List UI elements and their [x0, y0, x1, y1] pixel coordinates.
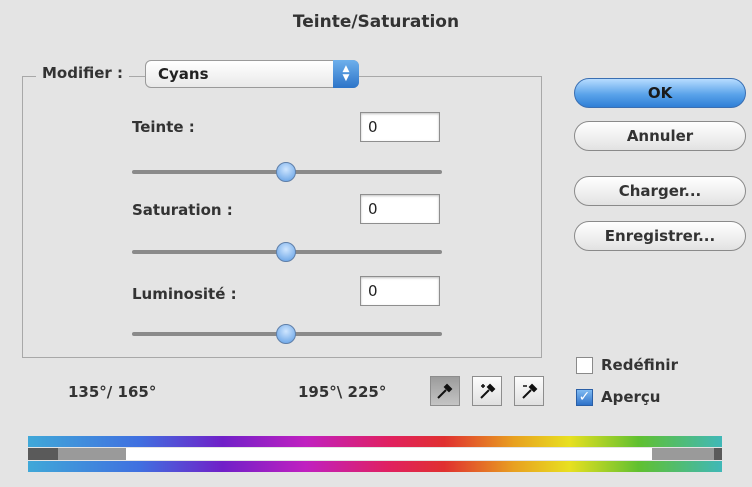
saturation-field[interactable]: 0: [360, 194, 440, 224]
ok-button[interactable]: OK: [574, 78, 746, 108]
eyedropper-icon[interactable]: [430, 376, 460, 406]
lightness-field[interactable]: 0: [360, 276, 440, 306]
save-button[interactable]: Enregistrer...: [574, 221, 746, 251]
eyedropper-plus-glyph: [480, 383, 496, 399]
range-left-readout: 135°/ 165°: [68, 383, 157, 401]
lightness-label: Luminosité :: [132, 285, 237, 303]
hue-slider-thumb[interactable]: [276, 162, 296, 182]
eyedropper-minus-glyph: [522, 383, 538, 399]
preview-option[interactable]: ✓ Aperçu: [576, 388, 661, 406]
saturation-slider-thumb[interactable]: [276, 242, 296, 262]
color-range-selection[interactable]: [126, 448, 652, 460]
range-right-readout: 195°\ 225°: [298, 383, 387, 401]
hue-label: Teinte :: [132, 118, 195, 136]
colorize-checkbox[interactable]: [576, 356, 593, 374]
select-arrows-icon: ▲ ▼: [333, 60, 359, 88]
saturation-label: Saturation :: [132, 201, 233, 219]
lightness-slider-thumb[interactable]: [276, 324, 296, 344]
color-range-bar[interactable]: [28, 448, 722, 460]
modifier-select[interactable]: Cyans ▲ ▼: [145, 60, 359, 88]
adjustment-group: [22, 76, 542, 358]
modifier-label: Modifier :: [36, 64, 130, 82]
eyedropper-minus-icon[interactable]: [514, 376, 544, 406]
eyedropper-glyph: [437, 383, 453, 399]
colorize-label: Redéfinir: [601, 356, 678, 374]
cancel-button[interactable]: Annuler: [574, 121, 746, 151]
colorize-option[interactable]: Redéfinir: [576, 356, 678, 374]
dialog-title: Teinte/Saturation: [292, 12, 460, 32]
result-spectrum-bar: [28, 461, 722, 472]
modifier-value: Cyans: [158, 65, 209, 83]
source-spectrum-bar: [28, 436, 722, 447]
preview-checkbox[interactable]: ✓: [576, 388, 593, 406]
range-right-handle[interactable]: [652, 448, 714, 460]
preview-label: Aperçu: [601, 388, 661, 406]
hue-field[interactable]: 0: [360, 112, 440, 142]
range-left-handle[interactable]: [58, 448, 126, 460]
eyedropper-plus-icon[interactable]: [472, 376, 502, 406]
load-button[interactable]: Charger...: [574, 176, 746, 206]
